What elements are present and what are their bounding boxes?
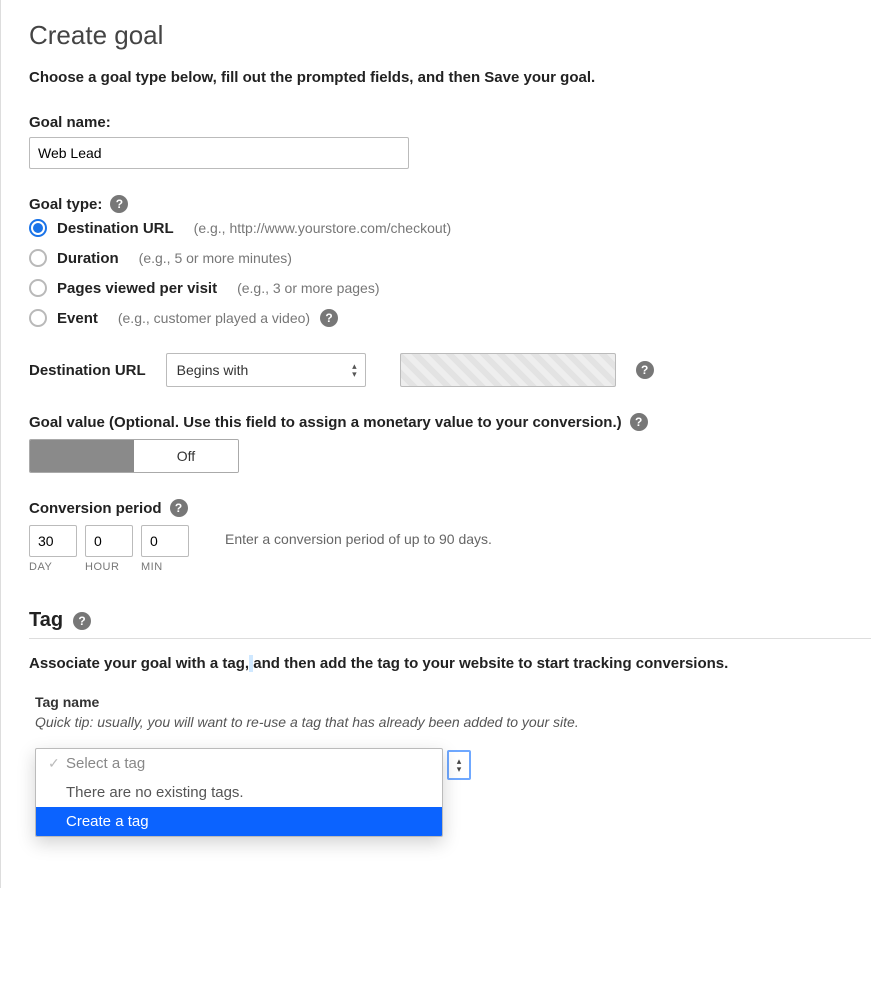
goal-name-input[interactable] — [29, 137, 409, 169]
help-icon[interactable]: ? — [630, 413, 648, 431]
help-icon[interactable]: ? — [170, 499, 188, 517]
unit-label: DAY — [29, 561, 52, 573]
radio-hint: (e.g., 5 or more minutes) — [139, 250, 292, 266]
match-type-value: Begins with — [177, 362, 249, 378]
chevron-updown-icon: ▴▾ — [457, 758, 462, 773]
radio-label: Destination URL — [57, 220, 174, 237]
tag-option-empty: There are no existing tags. — [36, 778, 442, 807]
radio-label: Event — [57, 310, 98, 327]
radio-destination-url[interactable] — [29, 219, 47, 237]
radio-hint: (e.g., http://www.yourstore.com/checkout… — [194, 220, 452, 236]
intro-text: Choose a goal type below, fill out the p… — [29, 69, 871, 86]
chevron-updown-icon: ▴▾ — [352, 363, 357, 378]
unit-label: MIN — [141, 561, 163, 573]
radio-label: Duration — [57, 250, 119, 267]
help-icon[interactable]: ? — [636, 361, 654, 379]
destination-url-label: Destination URL — [29, 362, 146, 379]
conversion-period-help: Enter a conversion period of up to 90 da… — [225, 525, 492, 547]
tag-tip: Quick tip: usually, you will want to re-… — [35, 714, 871, 730]
toggle-on-half — [30, 440, 134, 472]
radio-event[interactable] — [29, 309, 47, 327]
toggle-off-half: Off — [134, 440, 238, 472]
radio-pages-viewed[interactable] — [29, 279, 47, 297]
goal-name-label: Goal name: — [29, 114, 871, 131]
conversion-period-label: Conversion period — [29, 500, 162, 517]
period-hour-input[interactable] — [85, 525, 133, 557]
radio-label: Pages viewed per visit — [57, 280, 217, 297]
help-icon[interactable]: ? — [73, 612, 91, 630]
help-icon[interactable]: ? — [110, 195, 128, 213]
tag-option-create[interactable]: Create a tag — [36, 807, 442, 836]
period-min-input[interactable] — [141, 525, 189, 557]
tag-name-label: Tag name — [35, 694, 871, 710]
tag-description: Associate your goal with a tag, and then… — [29, 655, 871, 672]
goal-value-label: Goal value (Optional. Use this field to … — [29, 414, 622, 431]
tag-heading: Tag — [29, 609, 63, 632]
goal-type-label: Goal type: — [29, 196, 102, 213]
help-icon[interactable]: ? — [320, 309, 338, 327]
tag-option-placeholder[interactable]: ✓ Select a tag — [36, 749, 442, 778]
tag-select-handle[interactable]: ▴▾ — [447, 750, 471, 780]
check-icon: ✓ — [48, 755, 66, 772]
goal-type-radio-group: Destination URL (e.g., http://www.yourst… — [29, 219, 871, 327]
radio-hint: (e.g., customer played a video) — [118, 310, 310, 326]
radio-hint: (e.g., 3 or more pages) — [237, 280, 379, 296]
unit-label: HOUR — [85, 561, 119, 573]
tag-select-dropdown[interactable]: ✓ Select a tag There are no existing tag… — [35, 748, 443, 837]
period-day-input[interactable] — [29, 525, 77, 557]
goal-value-toggle[interactable]: Off — [29, 439, 239, 473]
match-type-select[interactable]: Begins with ▴▾ — [166, 353, 366, 387]
radio-duration[interactable] — [29, 249, 47, 267]
page-title: Create goal — [29, 20, 871, 51]
destination-url-input[interactable] — [400, 353, 616, 387]
